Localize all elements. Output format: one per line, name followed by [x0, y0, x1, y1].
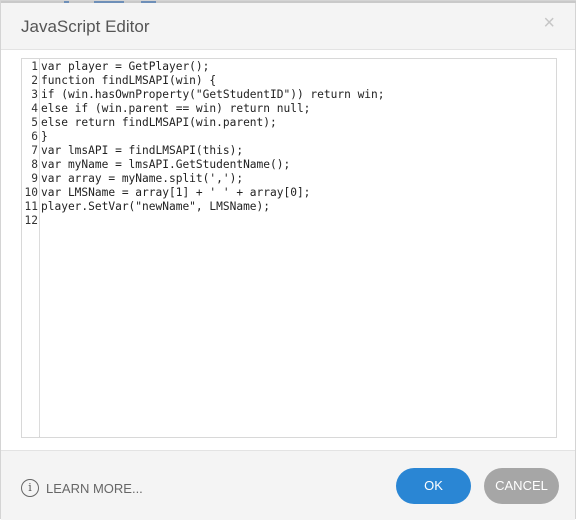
line-number: 1 — [31, 60, 38, 73]
gutter-divider — [39, 60, 40, 436]
line-number: 6 — [31, 130, 38, 143]
code-line[interactable]: var lmsAPI = findLMSAPI(this); — [41, 144, 243, 158]
learn-more-label: LEARN MORE... — [46, 480, 143, 496]
code-line[interactable]: function findLMSAPI(win) { — [41, 74, 216, 88]
line-number: 8 — [31, 158, 38, 171]
learn-more-link[interactable]: i LEARN MORE... — [21, 479, 143, 497]
code-line[interactable]: var player = GetPlayer(); — [41, 60, 209, 74]
line-number: 12 — [24, 214, 38, 227]
cancel-button[interactable]: CANCEL — [484, 468, 559, 504]
line-number: 5 — [31, 116, 38, 129]
code-line[interactable]: var array = myName.split(','); — [41, 172, 243, 186]
line-number: 11 — [24, 200, 38, 213]
code-line[interactable]: var myName = lmsAPI.GetStudentName(); — [41, 158, 290, 172]
code-line[interactable]: if (win.hasOwnProperty("GetStudentID")) … — [41, 88, 385, 102]
line-number: 4 — [31, 102, 38, 115]
ok-button[interactable]: OK — [396, 468, 471, 504]
line-number: 9 — [31, 172, 38, 185]
code-line[interactable]: else if (win.parent == win) return null; — [41, 102, 310, 116]
close-icon[interactable]: × — [543, 13, 555, 33]
line-number: 3 — [31, 88, 38, 101]
dialog-title: JavaScript Editor — [21, 17, 150, 36]
info-icon: i — [21, 479, 39, 497]
title-bar: JavaScript Editor × — [1, 3, 575, 50]
dialog-footer: i LEARN MORE... OK CANCEL — [1, 450, 575, 520]
code-line[interactable]: player.SetVar("newName", LMSName); — [41, 200, 270, 214]
line-number: 2 — [31, 74, 38, 87]
line-number: 7 — [31, 144, 38, 157]
line-number-gutter: 1 2 3 4 5 6 7 8 9 10 11 12 — [22, 59, 40, 437]
line-number: 10 — [24, 186, 38, 199]
code-editor[interactable]: 1 2 3 4 5 6 7 8 9 10 11 12 var player = … — [21, 58, 557, 438]
code-line[interactable]: } — [41, 130, 48, 144]
code-line[interactable]: else return findLMSAPI(win.parent); — [41, 116, 277, 130]
code-line[interactable]: var LMSName = array[1] + ' ' + array[0]; — [41, 186, 310, 200]
javascript-editor-dialog: JavaScript Editor × 1 2 3 4 5 6 7 8 9 10… — [0, 0, 576, 520]
